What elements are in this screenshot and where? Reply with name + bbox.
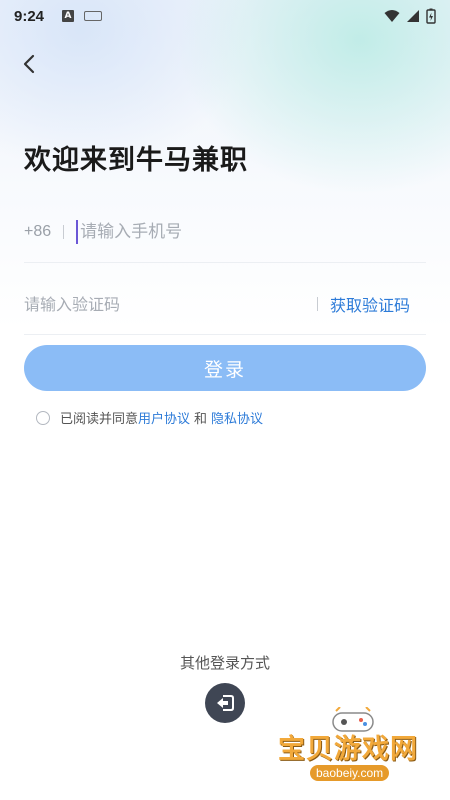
get-code-button[interactable]: 获取验证码 xyxy=(330,292,410,316)
code-row: 获取验证码 xyxy=(24,274,426,335)
back-button[interactable] xyxy=(16,50,44,78)
verification-code-input[interactable] xyxy=(24,294,305,314)
login-button[interactable]: 登录 xyxy=(24,345,426,391)
watermark: 宝贝游戏网 baobeiy.com xyxy=(270,705,448,797)
text-caret xyxy=(76,220,79,244)
watermark-text: 宝贝游戏网 xyxy=(278,734,418,765)
wifi-icon xyxy=(384,10,400,22)
agreement-prefix: 已阅读并同意 xyxy=(60,412,139,427)
agreement-row: 已阅读并同意 用户协议 和 隐私协议 xyxy=(36,408,263,427)
agreement-and: 和 xyxy=(194,412,208,427)
other-login-label: 其他登录方式 xyxy=(179,654,270,672)
chevron-left-icon xyxy=(23,54,35,74)
status-bar: 9:24 A xyxy=(0,0,450,32)
keyboard-icon xyxy=(84,11,103,21)
phone-row: +86 xyxy=(24,202,426,263)
divider xyxy=(63,225,65,239)
login-exit-icon xyxy=(217,695,234,711)
phone-input[interactable] xyxy=(80,222,426,242)
page-title: 欢迎来到牛马兼职 xyxy=(24,145,248,176)
user-agreement-link[interactable]: 用户协议 xyxy=(138,408,190,427)
agree-checkbox[interactable] xyxy=(36,410,50,425)
a-notification-icon: A xyxy=(62,10,75,22)
signal-icon xyxy=(407,10,419,22)
watermark-url: baobeiy.com xyxy=(310,765,390,781)
other-login-button[interactable] xyxy=(205,683,245,723)
battery-icon xyxy=(426,8,436,24)
divider xyxy=(316,297,318,311)
country-code: +86 xyxy=(24,223,52,240)
status-time: 9:24 xyxy=(14,7,45,25)
privacy-policy-link[interactable]: 隐私协议 xyxy=(211,408,263,427)
